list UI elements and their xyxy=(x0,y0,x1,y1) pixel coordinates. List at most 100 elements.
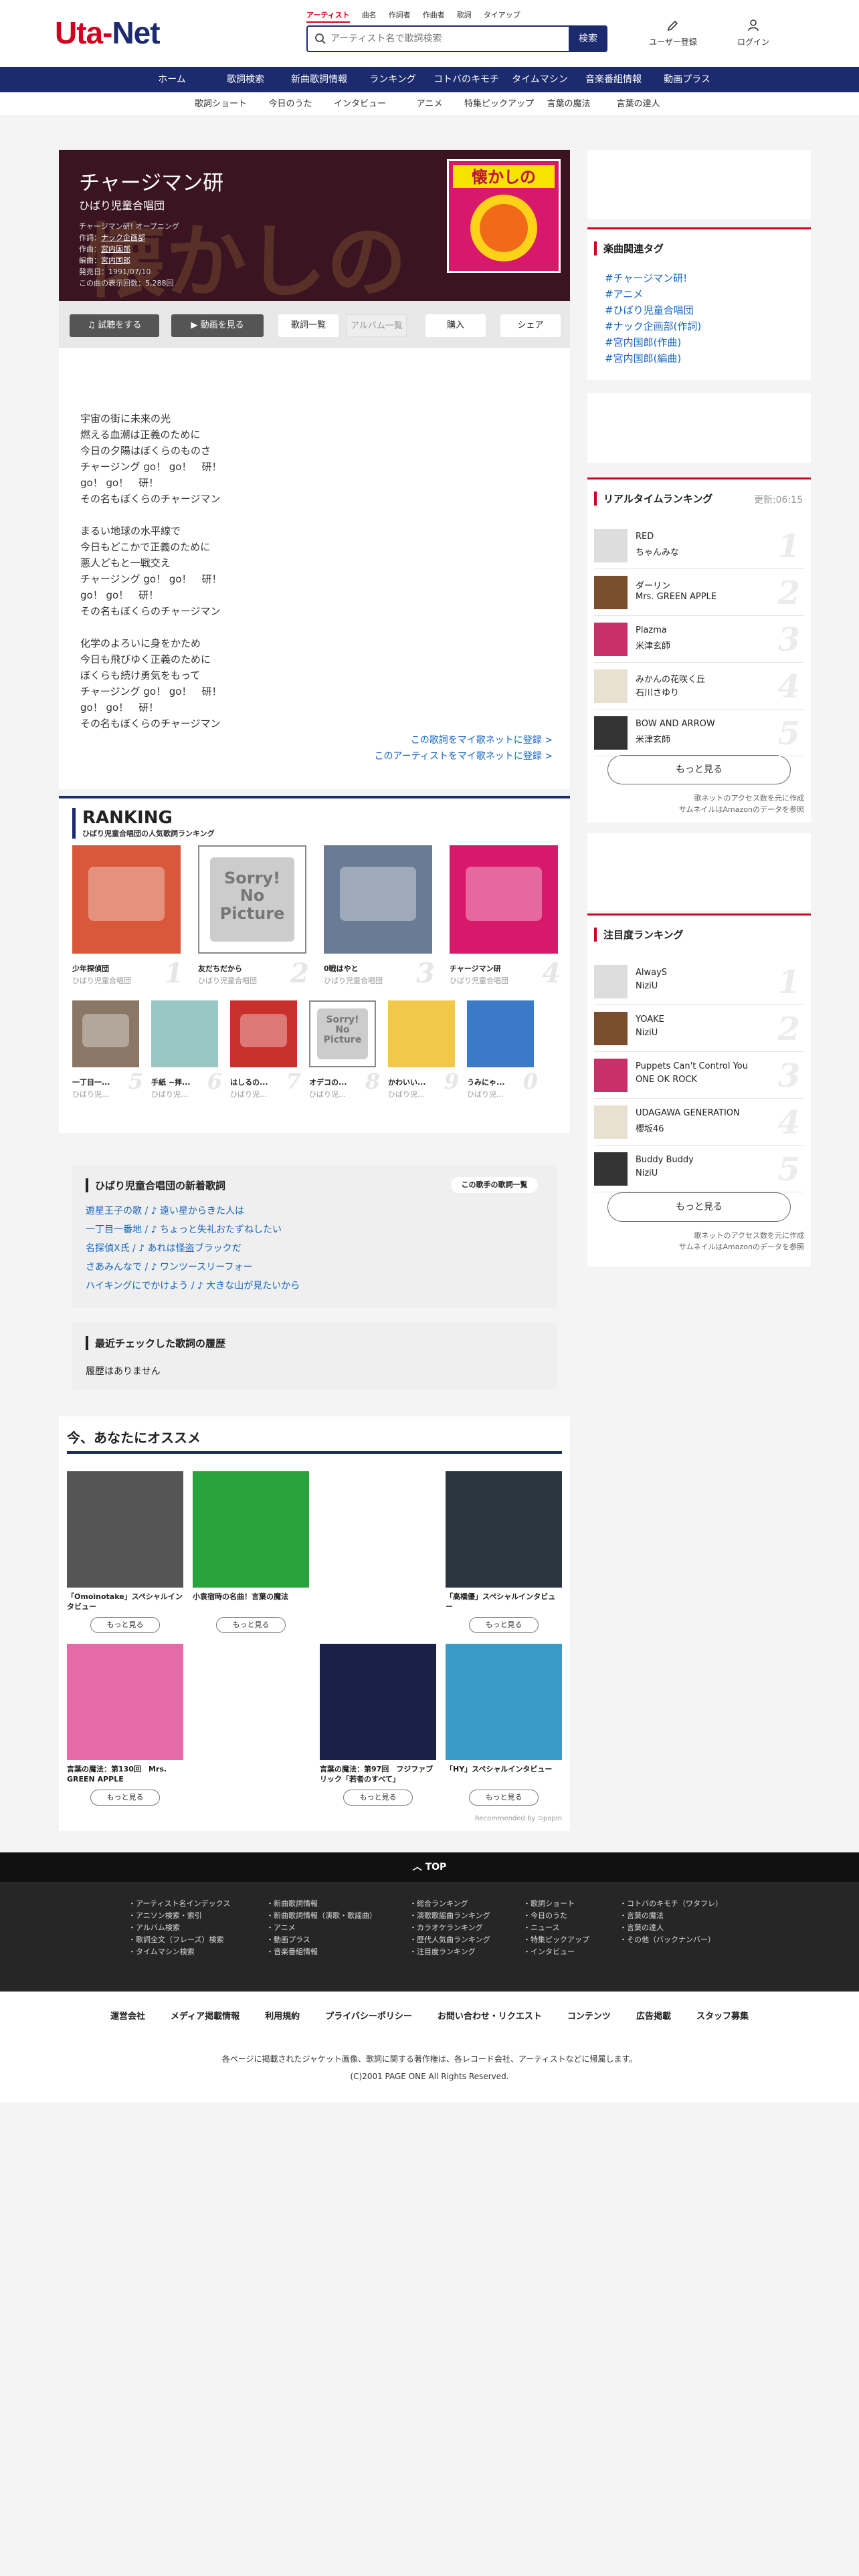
nav-new-lyrics[interactable]: 新曲歌詞情報 xyxy=(282,67,356,92)
search-input[interactable] xyxy=(330,31,531,47)
subnav-master[interactable]: 言葉の達人 xyxy=(603,92,673,116)
footer-link[interactable]: ・演歌歌謡曲ランキング xyxy=(409,1910,490,1922)
ranking-item[interactable]: うみにゃ... ひばり児... 0 xyxy=(467,1000,541,1098)
footer-link[interactable]: ・特集ピックアップ xyxy=(523,1934,589,1946)
footer-link[interactable]: ・その他（バックナンバー） xyxy=(619,1934,723,1946)
footer-nav-link[interactable]: 運営会社 xyxy=(110,2009,145,2022)
footer-link[interactable]: ・アルバム検索 xyxy=(128,1922,230,1934)
register-artist-link[interactable]: このアーティストをマイ歌ネットに登録 > xyxy=(375,749,553,762)
footer-link[interactable]: ・インタビュー xyxy=(523,1946,589,1958)
nav-lyrics-search[interactable]: 歌詞検索 xyxy=(209,67,282,92)
subnav-magic[interactable]: 言葉の魔法 xyxy=(534,92,603,116)
attention-more-button[interactable]: もっと見る xyxy=(607,1192,791,1222)
register-button[interactable]: ユーザー登録 xyxy=(646,19,700,47)
lyricist-link[interactable]: ナック企画部 xyxy=(101,233,145,242)
footer-link[interactable]: ・歌詞ショート xyxy=(523,1898,589,1910)
ranking-row[interactable]: UDAGAWA GENERATION 櫻坂46 4 xyxy=(594,1099,804,1146)
subnav-anime[interactable]: アニメ xyxy=(395,92,464,116)
ranking-row[interactable]: みかんの花咲く丘 石川さゆり 4 xyxy=(594,663,804,710)
realtime-more-button[interactable]: もっと見る xyxy=(607,755,791,784)
recommend-more-button[interactable]: もっと見る xyxy=(216,1617,286,1633)
nav-ranking[interactable]: ランキング xyxy=(356,67,430,92)
footer-nav-link[interactable]: プライバシーポリシー xyxy=(325,2009,412,2022)
nav-music-shows[interactable]: 音楽番組情報 xyxy=(577,67,650,92)
new-lyric-item[interactable]: さあみんなで / ♪ ワンツースリーフォー xyxy=(86,1260,252,1273)
new-lyric-item[interactable]: 一丁目一番地 / ♪ ちょっと失礼おたずねしたい xyxy=(86,1222,282,1236)
footer-nav-link[interactable]: お問い合わせ・リクエスト xyxy=(438,2009,542,2022)
footer-link[interactable]: ・注目度ランキング xyxy=(409,1946,490,1958)
footer-nav-link[interactable]: コンテンツ xyxy=(567,2009,611,2022)
footer-link[interactable]: ・今日のうた xyxy=(523,1910,589,1922)
recommend-card[interactable]: 小袁宿時の名曲！言葉の魔法 もっと見る xyxy=(193,1471,309,1638)
footer-link[interactable]: ・言葉の魔法 xyxy=(619,1910,723,1922)
tag-link[interactable]: #ひばり児童合唱団 xyxy=(605,303,694,317)
tag-link[interactable]: #宮内国郎(編曲) xyxy=(605,351,681,365)
new-lyric-item[interactable]: 遊星王子の歌 / ♪ 遠い星からきた人は xyxy=(86,1204,244,1217)
listen-button[interactable]: ♫ 試聴をする xyxy=(70,314,159,337)
tag-link[interactable]: #チャージマン研! xyxy=(605,271,687,285)
footer-nav-link[interactable]: メディア掲載情報 xyxy=(171,2009,240,2022)
footer-link[interactable]: ・カラオケランキング xyxy=(409,1922,490,1934)
footer-link[interactable]: ・総合ランキング xyxy=(409,1898,490,1910)
footer-link[interactable]: ・アニメ xyxy=(266,1922,377,1934)
search-tab-lyrics[interactable]: 歌詞 xyxy=(457,9,472,23)
recommend-card[interactable]: 「高橋優」スペシャルインタビュー もっと見る xyxy=(446,1471,562,1638)
share-button[interactable]: シェア xyxy=(500,314,561,337)
recommend-more-button[interactable]: もっと見る xyxy=(90,1790,160,1806)
footer-link[interactable]: ・アーティスト名インデックス xyxy=(128,1898,230,1910)
artist-lyrics-list-button[interactable]: この歌手の歌詞一覧 xyxy=(451,1177,538,1193)
ranking-item[interactable]: Sorry! No Picture オデコの... ひばり児... 8 xyxy=(309,1000,383,1098)
subnav-interview[interactable]: インタビュー xyxy=(325,92,395,116)
login-button[interactable]: ログイン xyxy=(727,19,780,47)
recommend-more-button[interactable]: もっと見る xyxy=(469,1790,539,1806)
footer-nav-link[interactable]: 利用規約 xyxy=(265,2009,300,2022)
ranking-row[interactable]: RED ちゃんみな 1 xyxy=(594,522,804,569)
footer-link[interactable]: ・動画プラス xyxy=(266,1934,377,1946)
ranking-item[interactable]: チャージマン研 ひばり児童合唱団 4 xyxy=(450,845,563,986)
ranking-item[interactable]: 少年探偵団 ひばり児童合唱団 1 xyxy=(72,845,186,986)
ranking-row[interactable]: BOW AND ARROW 米津玄師 5 xyxy=(594,710,804,756)
subnav-short[interactable]: 歌詞ショート xyxy=(186,92,256,116)
lyrics-list-button[interactable]: 歌詞一覧 xyxy=(278,314,339,337)
subnav-today[interactable]: 今日のうた xyxy=(256,92,325,116)
search-tab-title[interactable]: 曲名 xyxy=(362,9,377,23)
new-lyric-item[interactable]: ハイキングにでかけよう / ♪ 大きな山が見たいから xyxy=(86,1279,300,1292)
search-tab-artist[interactable]: アーティスト xyxy=(306,9,350,23)
footer-link[interactable]: ・ニュース xyxy=(523,1922,589,1934)
footer-link[interactable]: ・新曲歌詞情報（演歌・歌謡曲） xyxy=(266,1910,377,1922)
ranking-row[interactable]: AlwayS NiziU 1 xyxy=(594,958,804,1005)
footer-link[interactable]: ・歴代人気曲ランキング xyxy=(409,1934,490,1946)
tag-link[interactable]: #ナック企画部(作詞) xyxy=(605,319,701,333)
recommend-more-button[interactable]: もっと見る xyxy=(90,1617,160,1633)
ranking-item[interactable]: はしるの... ひばり児... 7 xyxy=(230,1000,304,1098)
recommend-more-button[interactable]: もっと見る xyxy=(469,1617,539,1633)
composer-link[interactable]: 宮内国郎 xyxy=(101,245,130,253)
ranking-item[interactable]: Sorry! No Picture 友だちだから ひばり児童合唱団 2 xyxy=(198,845,312,986)
register-song-link[interactable]: この歌詞をマイ歌ネットに登録 > xyxy=(411,733,553,746)
recommend-card[interactable]: 「HY」スペシャルインタビュー もっと見る xyxy=(446,1644,562,1811)
footer-link[interactable]: ・音楽番組情報 xyxy=(266,1946,377,1958)
footer-link[interactable]: ・言葉の達人 xyxy=(619,1922,723,1934)
new-lyric-item[interactable]: 名探偵X氏 / ♪ あれは怪盗ブラックだ xyxy=(86,1241,242,1255)
footer-nav-link[interactable]: スタッフ募集 xyxy=(696,2009,749,2022)
song-artist[interactable]: ひばり児童合唱団 xyxy=(79,197,165,213)
recommend-more-button[interactable]: もっと見る xyxy=(343,1790,413,1806)
ranking-row[interactable]: Puppets Can't Control You ONE OK ROCK 3 xyxy=(594,1052,804,1099)
tag-link[interactable]: #宮内国郎(作曲) xyxy=(605,335,681,349)
footer-link[interactable]: ・タイムマシン検索 xyxy=(128,1946,230,1958)
ranking-row[interactable]: ダーリン Mrs. GREEN APPLE 2 xyxy=(594,569,804,616)
buy-button[interactable]: 購入 xyxy=(425,314,486,337)
search-tab-composer[interactable]: 作曲者 xyxy=(423,9,445,23)
search-tab-lyricist[interactable]: 作詞者 xyxy=(389,9,411,23)
recommend-card[interactable]: 言葉の魔法：第97回 フジファブリック「若者のすべて」 もっと見る xyxy=(320,1644,436,1811)
ranking-item[interactable]: 0戦はやと ひばり児童合唱団 3 xyxy=(324,845,438,986)
ranking-item[interactable]: かわいい... ひばり児... 9 xyxy=(388,1000,462,1098)
ranking-row[interactable]: Buddy Buddy NiziU 5 xyxy=(594,1146,804,1192)
footer-nav-link[interactable]: 広告掲載 xyxy=(636,2009,671,2022)
nav-timemachine[interactable]: タイムマシン xyxy=(503,67,577,92)
arranger-link[interactable]: 宮内国郎 xyxy=(101,256,130,265)
footer-link[interactable]: ・新曲歌詞情報 xyxy=(266,1898,377,1910)
nav-home[interactable]: ホーム xyxy=(135,67,209,92)
nav-kotoba[interactable]: コトバのキモチ xyxy=(430,67,503,92)
ranking-item[interactable]: 手紙 ~拝... ひばり児... 6 xyxy=(151,1000,225,1098)
